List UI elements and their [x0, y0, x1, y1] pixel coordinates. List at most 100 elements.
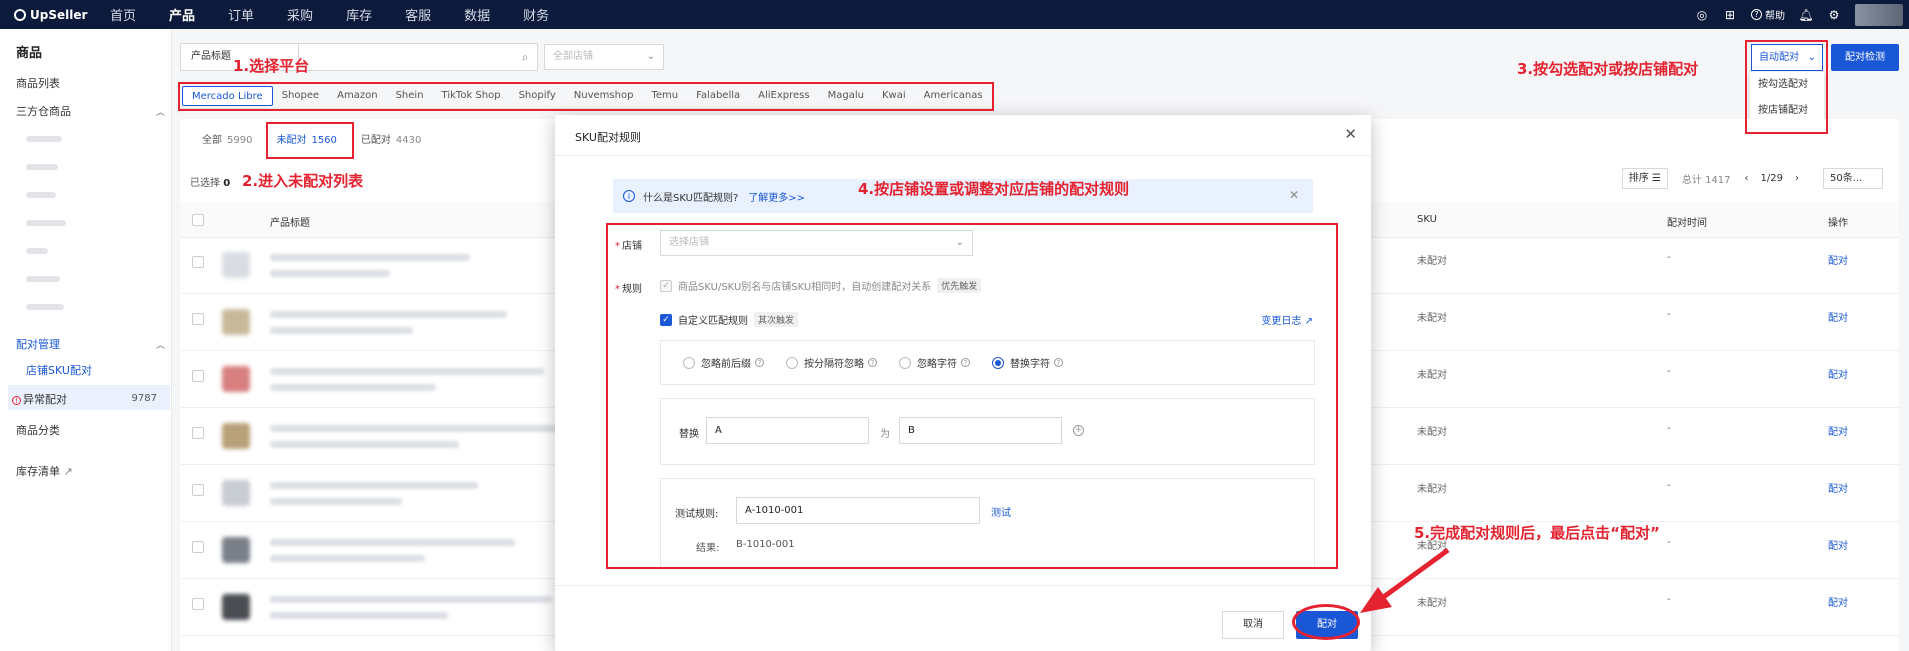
row-match-button[interactable]: 配对: [1828, 423, 1848, 438]
prev-page-icon[interactable]: ‹: [1745, 173, 1749, 184]
shop-select-placeholder: 全部店铺: [553, 51, 593, 62]
external-link-icon: ↗: [63, 465, 73, 478]
sidebar-sub-item[interactable]: [26, 192, 56, 198]
abnormal-match-label: 异常配对: [23, 393, 67, 406]
search-input[interactable]: [299, 44, 513, 70]
sort-button[interactable]: 排序 ☰: [1621, 168, 1668, 189]
header-title: 产品标题: [270, 218, 310, 229]
product-subtitle-blurred: [270, 441, 459, 448]
close-icon[interactable]: ✕: [1344, 125, 1357, 143]
top-navigation: UpSeller 首页 产品 订单 采购 库存 客服 数据 财务 ◎ ⊞ ? 帮助…: [0, 0, 1909, 29]
sidebar-item-third-party[interactable]: 三方仓商品: [16, 103, 71, 119]
learn-more-link[interactable]: 了解更多>>: [748, 189, 805, 204]
sidebar-sub-item[interactable]: [26, 164, 58, 170]
next-page-icon[interactable]: ›: [1795, 173, 1799, 184]
row-sku: 未配对: [1417, 427, 1447, 438]
sidebar-sub-item[interactable]: [26, 136, 62, 142]
tab-matched-count: 4430: [395, 134, 422, 146]
chevron-up-icon[interactable]: ︿: [156, 338, 165, 351]
bell-icon[interactable]: 🔔︎: [1798, 8, 1813, 22]
row-match-button[interactable]: 配对: [1828, 309, 1848, 324]
selected-number: 0: [223, 178, 231, 189]
sidebar-sub-item[interactable]: [26, 220, 66, 226]
row-match-button[interactable]: 配对: [1828, 594, 1848, 609]
nav-purchase[interactable]: 采购: [287, 5, 313, 24]
avatar[interactable]: [1855, 3, 1903, 26]
nav-inventory[interactable]: 库存: [346, 5, 372, 24]
row-checkbox[interactable]: [192, 484, 204, 496]
sort-icon: ☰: [1651, 173, 1661, 184]
help-button[interactable]: ? 帮助: [1751, 7, 1785, 22]
sidebar-item-inventory-list[interactable]: 库存清单 ↗: [16, 463, 73, 479]
info-close-icon[interactable]: ✕: [1289, 188, 1299, 202]
product-subtitle-blurred: [270, 384, 436, 391]
product-title-blurred: [270, 254, 470, 261]
modal-title: SKU配对规则: [575, 131, 641, 144]
page-indicator: 1/29: [1760, 173, 1783, 184]
sidebar: 商品 商品列表 三方仓商品 ︿ 配对管理 ︿ 店铺SKU配对 ! 异常配对 978…: [0, 29, 172, 651]
nav-finance[interactable]: 财务: [523, 5, 549, 24]
abnormal-count: 9787: [131, 393, 157, 404]
nav-data[interactable]: 数据: [464, 5, 490, 24]
sidebar-item-store-sku-match[interactable]: 店铺SKU配对: [26, 362, 92, 378]
annotation-step3: 3.按勾选配对或按店铺配对: [1517, 60, 1699, 78]
row-checkbox[interactable]: [192, 370, 204, 382]
annotation-step1: 1.选择平台: [233, 57, 310, 75]
nav-service[interactable]: 客服: [405, 5, 431, 24]
row-match-button[interactable]: 配对: [1828, 252, 1848, 267]
row-match-button[interactable]: 配对: [1828, 366, 1848, 381]
header-sku: SKU: [1417, 214, 1437, 225]
sidebar-sub-item[interactable]: [26, 248, 48, 254]
nav-home[interactable]: 首页: [110, 5, 136, 24]
select-all-checkbox[interactable]: [192, 214, 204, 226]
globe-icon[interactable]: ◎: [1695, 8, 1709, 22]
tab-matched[interactable]: 已配对 4430: [361, 131, 421, 146]
annotation-box-platforms: [178, 82, 994, 111]
row-checkbox[interactable]: [192, 598, 204, 610]
product-title-blurred: [270, 368, 544, 375]
row-checkbox[interactable]: [192, 313, 204, 325]
row-checkbox[interactable]: [192, 541, 204, 553]
upseller-logo[interactable]: UpSeller: [14, 8, 110, 22]
nav-product[interactable]: 产品: [169, 5, 195, 24]
sidebar-sub-item[interactable]: [26, 276, 60, 282]
product-subtitle-blurred: [270, 612, 448, 619]
annotation-step2: 2.进入未配对列表: [242, 172, 364, 190]
help-icon: ?: [1751, 9, 1762, 20]
product-thumbnail: [222, 480, 250, 506]
info-text: 什么是SKU匹配规则?: [643, 192, 739, 204]
row-checkbox[interactable]: [192, 256, 204, 268]
match-detect-button[interactable]: 配对检测: [1831, 44, 1899, 71]
row-match-button[interactable]: 配对: [1828, 480, 1848, 495]
product-title-blurred: [270, 539, 515, 546]
annotation-ellipse-confirm: [1292, 604, 1360, 640]
product-thumbnail: [222, 366, 250, 392]
product-title-blurred: [270, 596, 552, 603]
row-match-time: -: [1667, 366, 1671, 377]
row-match-time: -: [1667, 309, 1671, 320]
selected-count: 已选择 0: [190, 174, 230, 189]
gear-icon[interactable]: ⚙: [1827, 8, 1841, 22]
tab-all-count: 5990: [227, 134, 253, 146]
header-action: 操作: [1828, 218, 1848, 229]
nav-order[interactable]: 订单: [228, 5, 254, 24]
sidebar-sub-item[interactable]: [26, 304, 64, 310]
search-icon[interactable]: ⌕: [513, 50, 537, 65]
cancel-button[interactable]: 取消: [1222, 611, 1284, 639]
shop-select[interactable]: 全部店铺 ⌄: [544, 44, 664, 70]
sidebar-item-category[interactable]: 商品分类: [16, 422, 60, 438]
chevron-up-icon[interactable]: ︿: [156, 105, 165, 118]
sidebar-item-match-manage[interactable]: 配对管理: [16, 336, 60, 352]
tab-all[interactable]: 全部 5990: [202, 131, 252, 146]
row-match-button[interactable]: 配对: [1828, 537, 1848, 552]
product-subtitle-blurred: [270, 498, 402, 505]
row-checkbox[interactable]: [192, 427, 204, 439]
grid-apps-icon[interactable]: ⊞: [1723, 8, 1737, 22]
product-subtitle-blurred: [270, 270, 390, 277]
sort-label: 排序: [1628, 173, 1649, 184]
annotation-step4: 4.按店铺设置或调整对应店铺的配对规则: [858, 180, 1130, 198]
sidebar-item-abnormal-match[interactable]: ! 异常配对: [12, 391, 67, 407]
warning-icon: !: [12, 396, 21, 405]
sidebar-item-product-list[interactable]: 商品列表: [16, 75, 60, 91]
page-size-select[interactable]: 50条...: [1823, 168, 1883, 189]
